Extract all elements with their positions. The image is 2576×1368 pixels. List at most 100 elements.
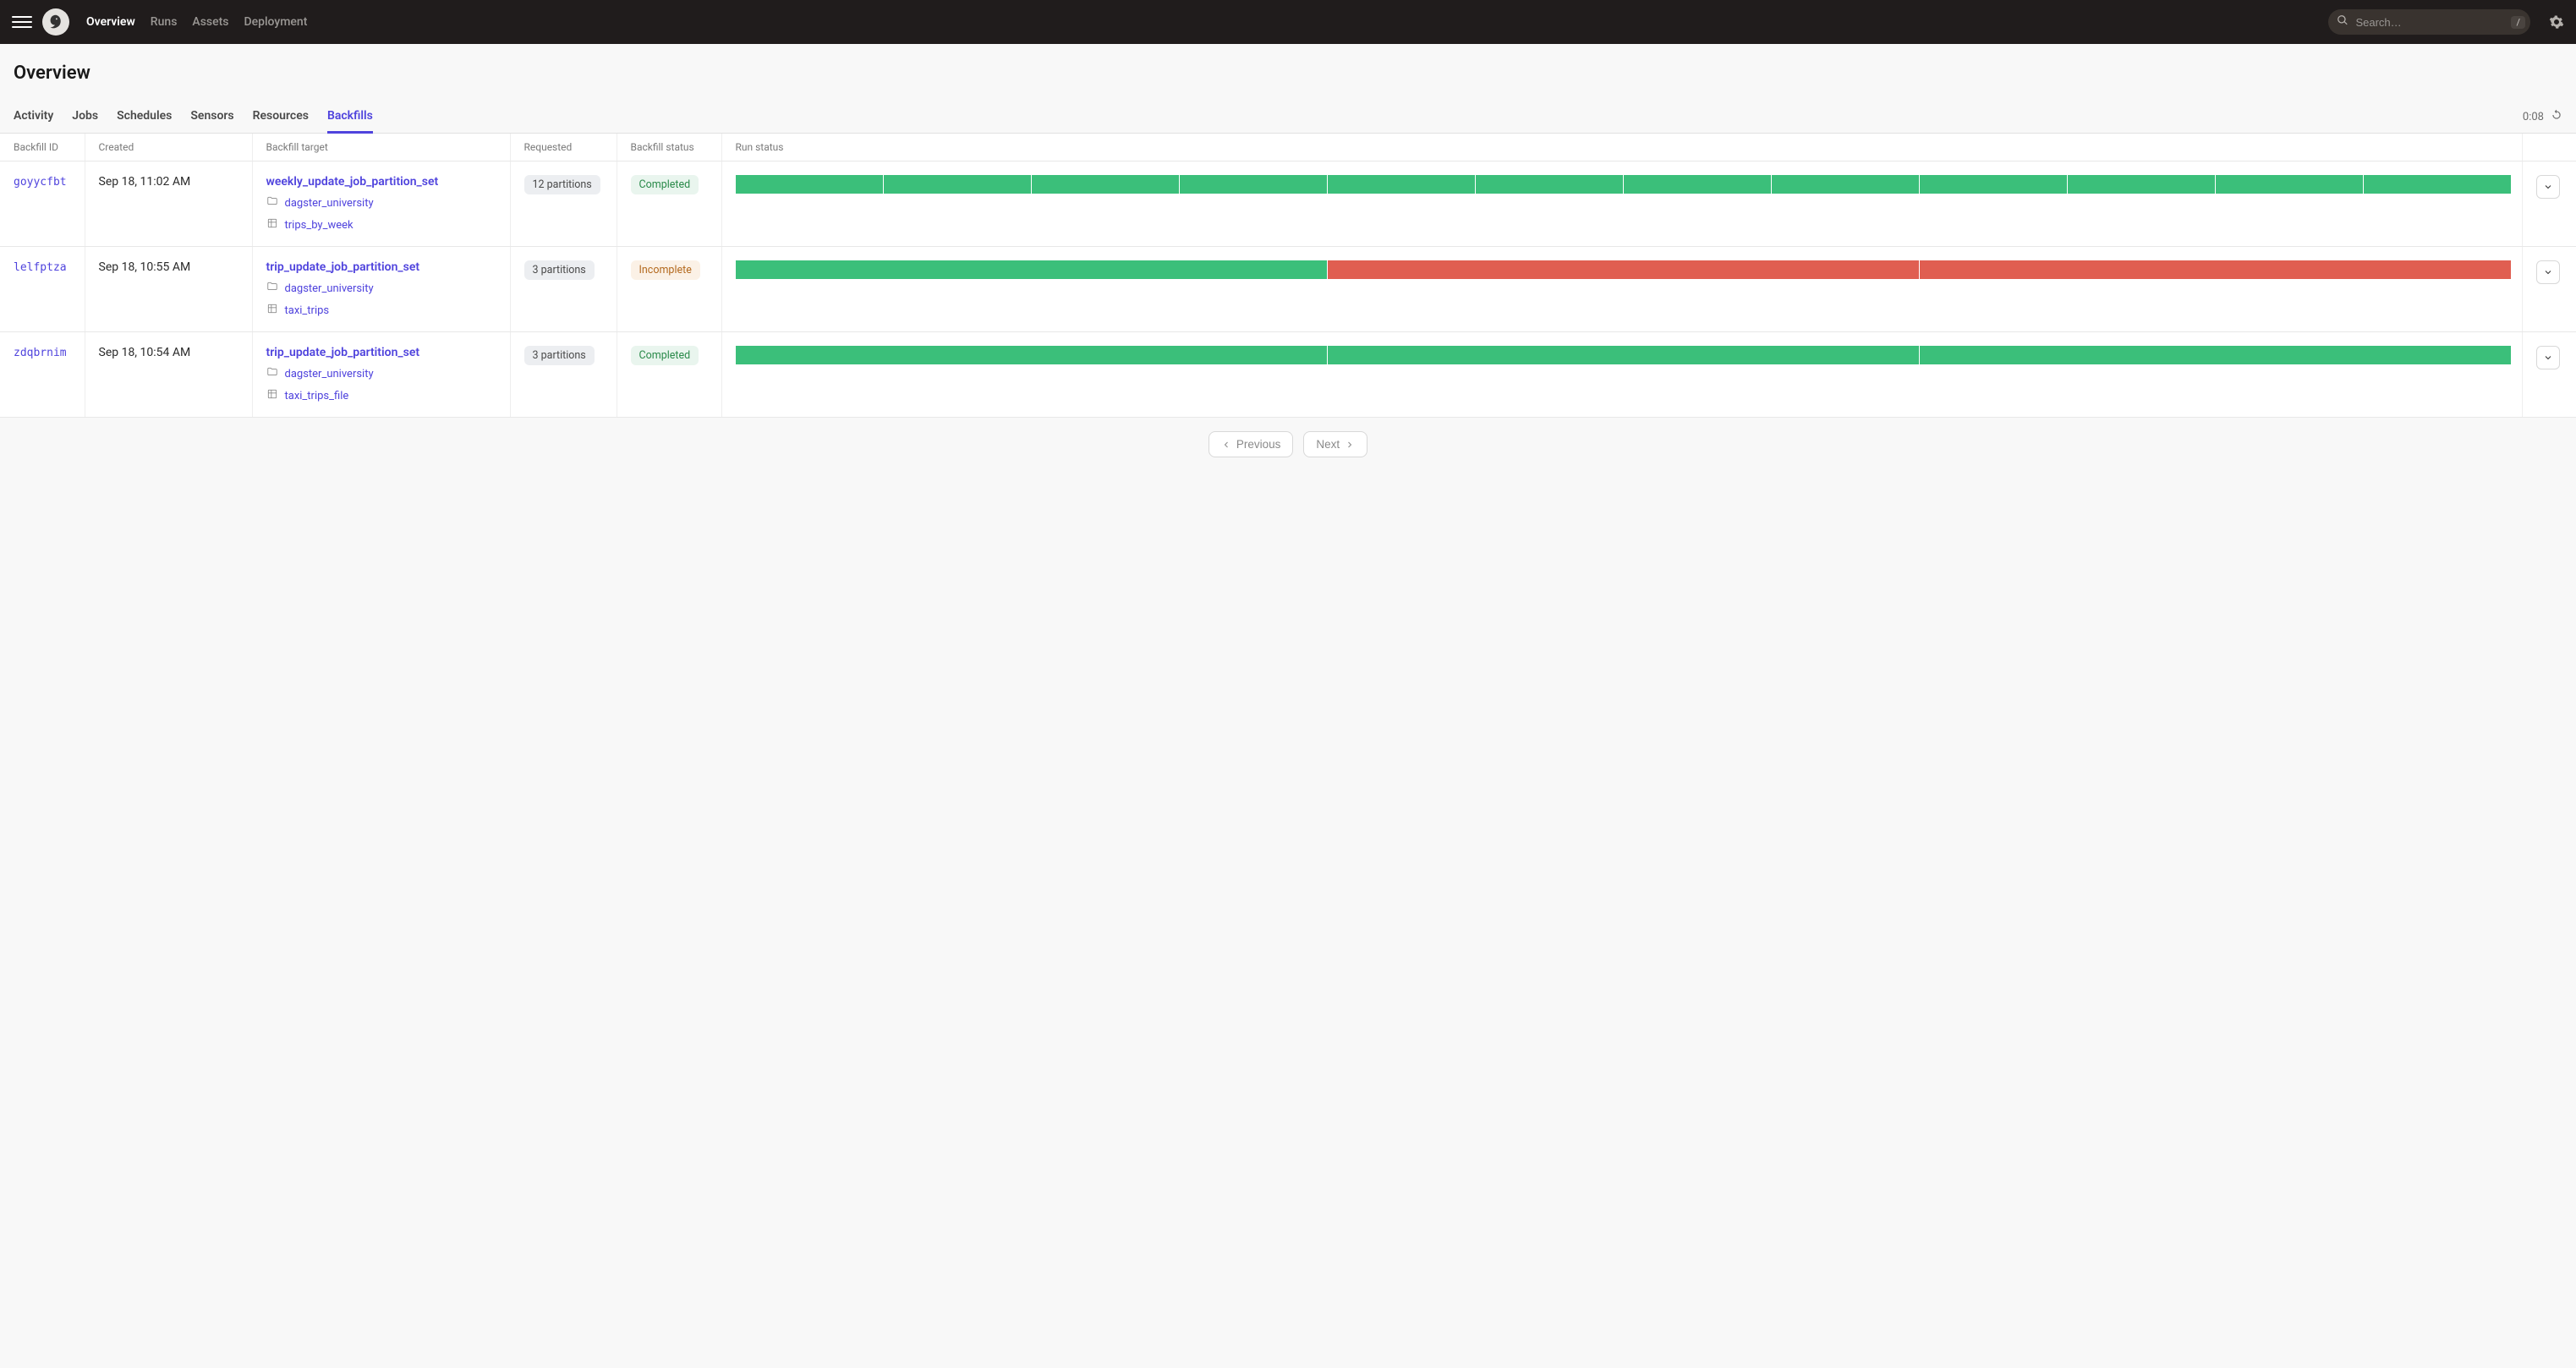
next-label: Next [1316, 438, 1340, 451]
run-segment[interactable] [2068, 175, 2215, 194]
table-icon [266, 388, 278, 403]
run-segment[interactable] [884, 175, 1031, 194]
tab-sensors[interactable]: Sensors [190, 102, 233, 133]
status-badge: Completed [631, 346, 699, 365]
created-cell: Sep 18, 10:55 AM [85, 247, 252, 332]
refresh-countdown: 0:08 [2523, 111, 2544, 123]
run-status-cell [721, 247, 2522, 332]
backfill-id-link[interactable]: lelfptza [14, 261, 67, 274]
run-status-bar[interactable] [736, 260, 2512, 279]
asset-link[interactable]: taxi_trips [285, 304, 330, 317]
next-button[interactable]: Next [1303, 431, 1367, 457]
run-status-cell [721, 332, 2522, 418]
tab-backfills[interactable]: Backfills [327, 102, 373, 133]
nav-link-assets[interactable]: Assets [192, 15, 228, 29]
page-title: Overview [14, 63, 2562, 84]
target-cell: weekly_update_job_partition_set dagster_u… [252, 161, 510, 247]
created-cell: Sep 18, 10:54 AM [85, 332, 252, 418]
run-segment[interactable] [1328, 346, 1919, 364]
col-run-status: Run status [721, 134, 2522, 161]
run-segment[interactable] [1180, 175, 1327, 194]
tab-resources[interactable]: Resources [253, 102, 309, 133]
backfills-table: Backfill ID Created Backfill target Requ… [0, 134, 2576, 418]
table-row: zdqbrnimSep 18, 10:54 AMtrip_update_job_… [0, 332, 2576, 418]
folder-icon [266, 366, 278, 381]
search-icon [2337, 14, 2349, 30]
run-segment[interactable] [1772, 175, 1919, 194]
run-segment[interactable] [736, 346, 1327, 364]
requested-badge: 12 partitions [524, 175, 600, 194]
top-nav: Overview Runs Assets Deployment / [0, 0, 2576, 44]
nav-link-overview[interactable]: Overview [86, 15, 135, 29]
run-segment[interactable] [1328, 175, 1475, 194]
arrow-right-icon [1345, 440, 1355, 450]
settings-button[interactable] [2549, 14, 2564, 30]
app-logo[interactable] [42, 8, 69, 36]
run-segment[interactable] [736, 260, 1327, 279]
nav-link-runs[interactable]: Runs [151, 15, 178, 29]
status-badge: Completed [631, 175, 699, 194]
target-name-link[interactable]: trip_update_job_partition_set [266, 260, 500, 274]
nav-links: Overview Runs Assets Deployment [86, 15, 307, 29]
prev-label: Previous [1236, 438, 1281, 451]
run-segment[interactable] [1920, 175, 2067, 194]
col-backfill-id: Backfill ID [0, 134, 85, 161]
target-name-link[interactable]: weekly_update_job_partition_set [266, 175, 500, 189]
run-segment[interactable] [1920, 346, 2511, 364]
table-row: goyycfbtSep 18, 11:02 AMweekly_update_jo… [0, 161, 2576, 247]
search-hotkey: / [2511, 16, 2525, 29]
page-header: Overview [0, 44, 2576, 84]
table-icon [266, 303, 278, 318]
backfill-id-link[interactable]: goyycfbt [14, 176, 67, 189]
prev-button[interactable]: Previous [1209, 431, 1294, 457]
row-menu-button[interactable] [2536, 346, 2560, 369]
run-segment[interactable] [1032, 175, 1179, 194]
refresh-indicator: 0:08 [2523, 109, 2562, 133]
col-target: Backfill target [252, 134, 510, 161]
asset-link[interactable]: taxi_trips_file [285, 390, 349, 402]
col-status: Backfill status [617, 134, 721, 161]
col-menu [2522, 134, 2576, 161]
target-name-link[interactable]: trip_update_job_partition_set [266, 346, 500, 359]
backfill-id-link[interactable]: zdqbrnim [14, 347, 67, 359]
table-header: Backfill ID Created Backfill target Requ… [0, 134, 2576, 161]
search-input[interactable] [2355, 16, 2504, 29]
row-menu-button[interactable] [2536, 175, 2560, 199]
repo-link[interactable]: dagster_university [285, 368, 374, 380]
pagination: Previous Next [0, 418, 2576, 471]
repo-link[interactable]: dagster_university [285, 197, 374, 210]
tab-activity[interactable]: Activity [14, 102, 53, 133]
requested-badge: 3 partitions [524, 260, 595, 280]
row-menu-button[interactable] [2536, 260, 2560, 284]
run-segment[interactable] [1328, 260, 1919, 279]
search-box[interactable]: / [2328, 9, 2530, 35]
created-cell: Sep 18, 11:02 AM [85, 161, 252, 247]
requested-badge: 3 partitions [524, 346, 595, 365]
target-cell: trip_update_job_partition_set dagster_uni… [252, 247, 510, 332]
col-created: Created [85, 134, 252, 161]
run-segment[interactable] [2364, 175, 2511, 194]
repo-link[interactable]: dagster_university [285, 282, 374, 295]
run-segment[interactable] [736, 175, 883, 194]
tab-schedules[interactable]: Schedules [117, 102, 172, 133]
menu-icon[interactable] [12, 12, 32, 32]
run-segment[interactable] [1624, 175, 1771, 194]
tab-jobs[interactable]: Jobs [72, 102, 98, 133]
nav-link-deployment[interactable]: Deployment [244, 15, 307, 29]
run-status-bar[interactable] [736, 175, 2512, 194]
refresh-icon[interactable] [2551, 109, 2562, 124]
arrow-left-icon [1221, 440, 1231, 450]
run-status-bar[interactable] [736, 346, 2512, 364]
run-segment[interactable] [1920, 260, 2511, 279]
target-cell: trip_update_job_partition_set dagster_uni… [252, 332, 510, 418]
tabs-row: Activity Jobs Schedules Sensors Resources Bac… [0, 102, 2576, 134]
run-segment[interactable] [2216, 175, 2363, 194]
col-requested: Requested [510, 134, 617, 161]
tabs: Activity Jobs Schedules Sensors Resources Bac… [14, 102, 373, 133]
asset-link[interactable]: trips_by_week [285, 219, 354, 232]
run-segment[interactable] [1476, 175, 1623, 194]
status-badge: Incomplete [631, 260, 700, 280]
table-row: lelfptzaSep 18, 10:55 AMtrip_update_job_… [0, 247, 2576, 332]
table-icon [266, 217, 278, 233]
folder-icon [266, 281, 278, 296]
